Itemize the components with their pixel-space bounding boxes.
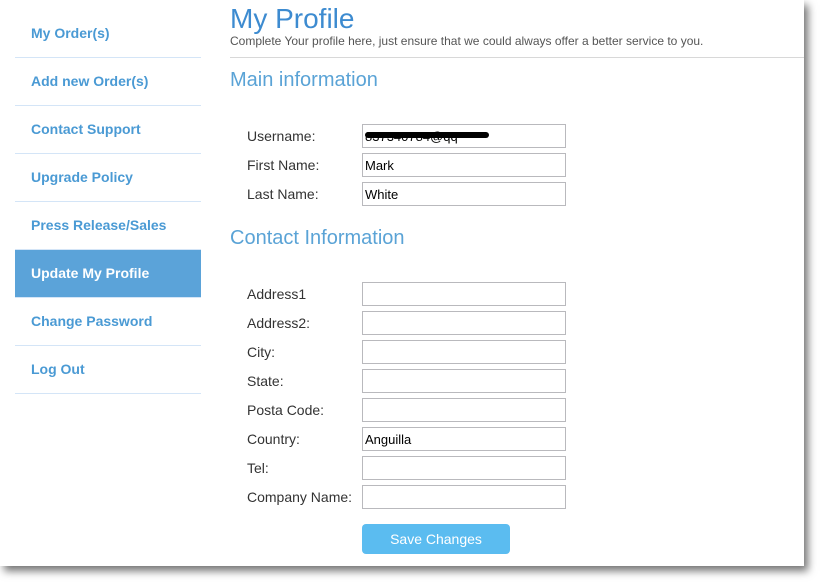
sidebar-item-change-password[interactable]: Change Password (15, 298, 201, 346)
first-name-label: First Name: (247, 157, 320, 173)
page-frame: My Order(s) Add new Order(s) Contact Sup… (0, 0, 804, 566)
tel-field[interactable] (362, 456, 566, 480)
postal-code-label: Posta Code: (247, 402, 325, 418)
contact-information-heading: Contact Information (230, 227, 405, 249)
address2-field[interactable] (362, 311, 566, 335)
state-label: State: (247, 373, 284, 389)
first-name-field[interactable] (362, 153, 566, 177)
city-field[interactable] (362, 340, 566, 364)
address1-field[interactable] (362, 282, 566, 306)
sidebar-item-upgrade-policy[interactable]: Upgrade Policy (15, 154, 201, 202)
sidebar-item-log-out[interactable]: Log Out (15, 346, 201, 394)
sidebar-item-press-release[interactable]: Press Release/Sales (15, 202, 201, 250)
company-name-field[interactable] (362, 485, 566, 509)
address2-label: Address2: (247, 315, 311, 331)
save-changes-button[interactable]: Save Changes (362, 524, 510, 554)
tel-label: Tel: (247, 460, 269, 476)
sidebar-item-my-orders[interactable]: My Order(s) (15, 10, 201, 58)
header-divider (230, 57, 804, 58)
page-subtitle: Complete Your profile here, just ensure … (230, 34, 704, 48)
last-name-field[interactable] (362, 182, 566, 206)
main-information-heading: Main information (230, 69, 378, 91)
city-label: City: (247, 344, 275, 360)
sidebar-nav: My Order(s) Add new Order(s) Contact Sup… (15, 10, 201, 394)
postal-code-field[interactable] (362, 398, 566, 422)
sidebar-item-add-new-order[interactable]: Add new Order(s) (15, 58, 201, 106)
sidebar-item-contact-support[interactable]: Contact Support (15, 106, 201, 154)
address1-label: Address1 (247, 286, 307, 302)
last-name-label: Last Name: (247, 186, 319, 202)
username-field[interactable] (362, 124, 566, 148)
username-label: Username: (247, 128, 316, 144)
state-field[interactable] (362, 369, 566, 393)
page-title: My Profile (230, 3, 355, 34)
company-name-label: Company Name: (247, 489, 353, 505)
sidebar-item-update-profile[interactable]: Update My Profile (15, 250, 201, 298)
country-label: Country: (247, 431, 300, 447)
country-field[interactable] (362, 427, 566, 451)
